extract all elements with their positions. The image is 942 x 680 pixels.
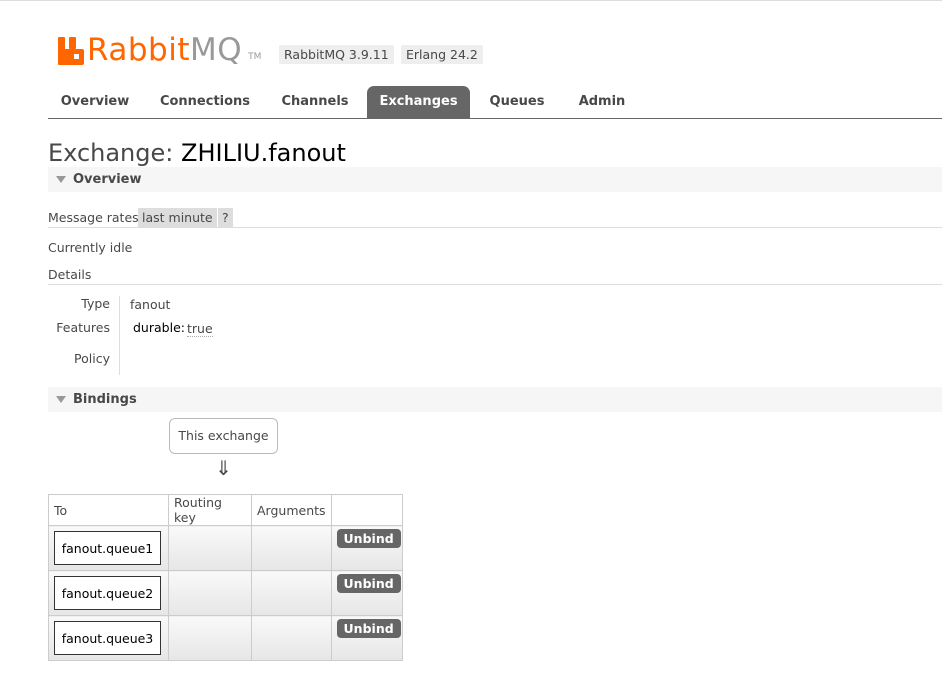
- queue-link[interactable]: fanout.queue3: [54, 621, 161, 655]
- this-exchange-box: This exchange: [169, 418, 278, 454]
- table-row: fanout.queue2 Unbind: [48, 570, 403, 616]
- logo-text-mq: MQ: [189, 32, 243, 68]
- unbind-button[interactable]: Unbind: [336, 619, 401, 638]
- feature-durable-value: true: [187, 321, 213, 337]
- queue-link[interactable]: fanout.queue1: [54, 531, 161, 565]
- message-rates-period-selector[interactable]: last minute: [138, 208, 217, 227]
- details-divider: [119, 296, 120, 375]
- table-header-row: To Routing key Arguments: [48, 494, 403, 526]
- exchange-name: ZHILIU.fanout: [181, 139, 346, 167]
- message-rates-help-button[interactable]: ?: [218, 208, 233, 227]
- overview-section-label: Overview: [73, 172, 142, 187]
- unbind-button[interactable]: Unbind: [336, 574, 401, 593]
- erlang-version-badge: Erlang 24.2: [401, 45, 483, 64]
- rabbitmq-logo[interactable]: Rabbit MQ TM: [58, 25, 262, 68]
- table-row: fanout.queue1 Unbind: [48, 525, 403, 571]
- collapse-triangle-icon: [56, 176, 66, 183]
- routing-key-cell: [168, 615, 252, 661]
- rabbitmq-logo-icon: [58, 37, 84, 65]
- bindings-table: To Routing key Arguments fanout.queue1 U…: [48, 494, 403, 661]
- feature-durable-key: durable:: [133, 320, 185, 335]
- type-value: fanout: [130, 297, 171, 312]
- column-header-arguments: Arguments: [251, 494, 332, 526]
- logo-text-rabbit: Rabbit: [87, 32, 190, 68]
- column-header-actions: [330, 494, 403, 526]
- policy-label: Policy: [74, 351, 110, 366]
- features-label: Features: [56, 320, 110, 335]
- arguments-cell: [251, 525, 332, 571]
- type-label: Type: [81, 296, 110, 311]
- routing-key-cell: [168, 570, 252, 616]
- idle-status-text: Currently idle: [48, 240, 133, 255]
- arguments-cell: [251, 615, 332, 661]
- actions-cell: Unbind: [330, 525, 403, 571]
- unbind-button[interactable]: Unbind: [336, 529, 401, 548]
- tab-overview[interactable]: Overview: [48, 86, 142, 118]
- bindings-section-header[interactable]: Bindings: [48, 387, 942, 412]
- tab-queues[interactable]: Queues: [480, 86, 554, 118]
- page-title-prefix: Exchange:: [48, 139, 174, 167]
- down-arrow-icon: ⇓: [215, 456, 232, 480]
- divider: [48, 227, 942, 228]
- actions-cell: Unbind: [330, 615, 403, 661]
- logo-trademark: TM: [248, 52, 262, 62]
- arguments-cell: [251, 570, 332, 616]
- queue-link[interactable]: fanout.queue2: [54, 576, 161, 610]
- table-row: fanout.queue3 Unbind: [48, 615, 403, 661]
- column-header-routing-key: Routing key: [168, 494, 252, 526]
- tab-connections[interactable]: Connections: [154, 86, 256, 118]
- page-title: Exchange: ZHILIU.fanout: [48, 137, 346, 169]
- collapse-triangle-icon: [56, 396, 66, 403]
- overview-section-header[interactable]: Overview: [48, 167, 942, 192]
- bindings-section-label: Bindings: [73, 392, 137, 407]
- binding-destination-cell: fanout.queue2: [48, 570, 169, 616]
- message-rates-label: Message rates: [48, 210, 139, 225]
- actions-cell: Unbind: [330, 570, 403, 616]
- details-label: Details: [48, 267, 92, 282]
- tab-admin[interactable]: Admin: [567, 86, 637, 118]
- routing-key-cell: [168, 525, 252, 571]
- divider: [48, 284, 942, 285]
- binding-destination-cell: fanout.queue1: [48, 525, 169, 571]
- main-nav: Overview Connections Channels Exchanges …: [48, 86, 942, 119]
- tab-exchanges[interactable]: Exchanges: [367, 86, 470, 118]
- binding-destination-cell: fanout.queue3: [48, 615, 169, 661]
- column-header-to: To: [48, 494, 169, 526]
- top-border: [0, 0, 942, 1]
- tab-channels[interactable]: Channels: [270, 86, 360, 118]
- rabbitmq-version-badge: RabbitMQ 3.9.11: [279, 45, 394, 64]
